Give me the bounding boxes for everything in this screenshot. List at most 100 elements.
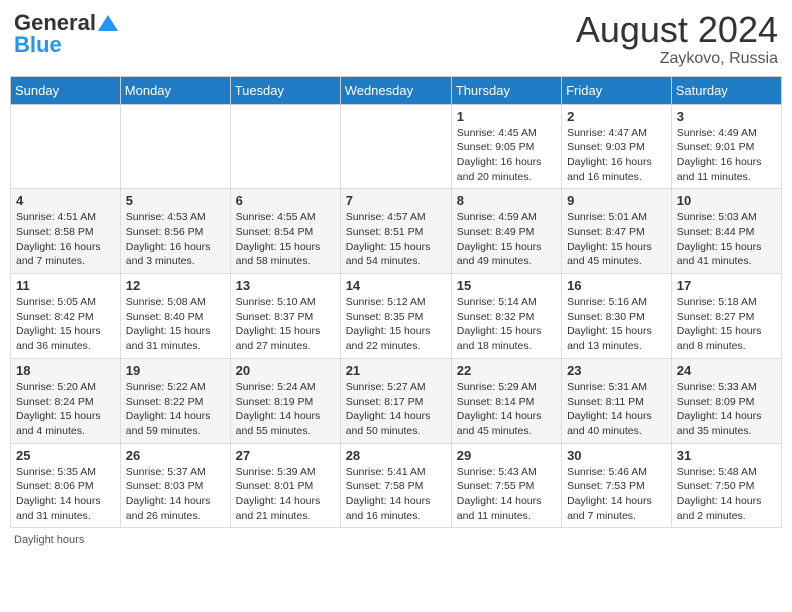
calendar-cell: 23 Sunrise: 5:31 AM Sunset: 8:11 PM Dayli… [562, 358, 672, 443]
day-number: 12 [126, 278, 225, 293]
day-number: 15 [457, 278, 556, 293]
daylight-label: Daylight hours [14, 534, 84, 546]
day-number: 13 [236, 278, 335, 293]
day-info: Sunrise: 4:53 AM Sunset: 8:56 PM Dayligh… [126, 210, 225, 269]
day-info: Sunrise: 4:49 AM Sunset: 9:01 PM Dayligh… [677, 126, 776, 185]
calendar-day-header: Monday [120, 76, 230, 104]
day-info: Sunrise: 5:48 AM Sunset: 7:50 PM Dayligh… [677, 465, 776, 524]
calendar-cell: 3 Sunrise: 4:49 AM Sunset: 9:01 PM Daylig… [671, 104, 781, 189]
day-number: 27 [236, 448, 335, 463]
calendar-cell: 31 Sunrise: 5:48 AM Sunset: 7:50 PM Dayli… [671, 443, 781, 528]
day-info: Sunrise: 4:59 AM Sunset: 8:49 PM Dayligh… [457, 210, 556, 269]
calendar-day-header: Saturday [671, 76, 781, 104]
calendar-cell: 20Sunrise: 5:24 AM Sunset: 8:19 PM Dayli… [230, 358, 340, 443]
calendar-cell: 2 Sunrise: 4:47 AM Sunset: 9:03 PM Daylig… [562, 104, 672, 189]
day-info: Sunrise: 5:01 AM Sunset: 8:47 PM Dayligh… [567, 210, 666, 269]
day-info: Sunrise: 4:51 AM Sunset: 8:58 PM Dayligh… [16, 210, 115, 269]
day-number: 8 [457, 193, 556, 208]
day-info: Sunrise: 5:05 AM Sunset: 8:42 PM Dayligh… [16, 295, 115, 354]
calendar-cell: 22 Sunrise: 5:29 AM Sunset: 8:14 PM Dayli… [451, 358, 561, 443]
calendar-cell: 19Sunrise: 5:22 AM Sunset: 8:22 PM Dayli… [120, 358, 230, 443]
calendar-day-header: Thursday [451, 76, 561, 104]
day-number: 31 [677, 448, 776, 463]
calendar-cell: 26Sunrise: 5:37 AM Sunset: 8:03 PM Dayli… [120, 443, 230, 528]
logo-icon [98, 15, 118, 31]
day-number: 4 [16, 193, 115, 208]
calendar-cell: 1 Sunrise: 4:45 AM Sunset: 9:05 PM Daylig… [451, 104, 561, 189]
day-info: Sunrise: 5:37 AM Sunset: 8:03 PM Dayligh… [126, 465, 225, 524]
day-number: 10 [677, 193, 776, 208]
day-info: Sunrise: 5:41 AM Sunset: 7:58 PM Dayligh… [346, 465, 446, 524]
day-info: Sunrise: 5:33 AM Sunset: 8:09 PM Dayligh… [677, 380, 776, 439]
day-info: Sunrise: 5:31 AM Sunset: 8:11 PM Dayligh… [567, 380, 666, 439]
calendar-cell [120, 104, 230, 189]
calendar-week-row: 4 Sunrise: 4:51 AM Sunset: 8:58 PM Daylig… [11, 189, 782, 274]
day-number: 18 [16, 363, 115, 378]
day-number: 16 [567, 278, 666, 293]
day-number: 2 [567, 109, 666, 124]
calendar-day-header: Tuesday [230, 76, 340, 104]
day-info: Sunrise: 5:18 AM Sunset: 8:27 PM Dayligh… [677, 295, 776, 354]
logo-blue: Blue [14, 32, 62, 58]
day-info: Sunrise: 5:24 AM Sunset: 8:19 PM Dayligh… [236, 380, 335, 439]
calendar-cell: 17 Sunrise: 5:18 AM Sunset: 8:27 PM Dayli… [671, 274, 781, 359]
calendar-cell: 11 Sunrise: 5:05 AM Sunset: 8:42 PM Dayli… [11, 274, 121, 359]
calendar-cell: 6 Sunrise: 4:55 AM Sunset: 8:54 PM Daylig… [230, 189, 340, 274]
calendar-week-row: 1 Sunrise: 4:45 AM Sunset: 9:05 PM Daylig… [11, 104, 782, 189]
day-number: 24 [677, 363, 776, 378]
day-info: Sunrise: 4:45 AM Sunset: 9:05 PM Dayligh… [457, 126, 556, 185]
calendar-cell: 7 Sunrise: 4:57 AM Sunset: 8:51 PM Daylig… [340, 189, 451, 274]
day-info: Sunrise: 5:08 AM Sunset: 8:40 PM Dayligh… [126, 295, 225, 354]
calendar-day-header: Wednesday [340, 76, 451, 104]
day-info: Sunrise: 5:10 AM Sunset: 8:37 PM Dayligh… [236, 295, 335, 354]
calendar-week-row: 11 Sunrise: 5:05 AM Sunset: 8:42 PM Dayli… [11, 274, 782, 359]
calendar-day-header: Friday [562, 76, 672, 104]
day-info: Sunrise: 5:03 AM Sunset: 8:44 PM Dayligh… [677, 210, 776, 269]
calendar-cell: 28 Sunrise: 5:41 AM Sunset: 7:58 PM Dayli… [340, 443, 451, 528]
day-number: 21 [346, 363, 446, 378]
calendar-cell: 16 Sunrise: 5:16 AM Sunset: 8:30 PM Dayli… [562, 274, 672, 359]
calendar-cell: 12 Sunrise: 5:08 AM Sunset: 8:40 PM Dayli… [120, 274, 230, 359]
day-info: Sunrise: 4:47 AM Sunset: 9:03 PM Dayligh… [567, 126, 666, 185]
calendar-cell: 21 Sunrise: 5:27 AM Sunset: 8:17 PM Dayli… [340, 358, 451, 443]
calendar-day-header: Sunday [11, 76, 121, 104]
calendar-header-row: SundayMondayTuesdayWednesdayThursdayFrid… [11, 76, 782, 104]
logo: General Blue [14, 10, 118, 58]
calendar-week-row: 18 Sunrise: 5:20 AM Sunset: 8:24 PM Dayli… [11, 358, 782, 443]
day-number: 23 [567, 363, 666, 378]
calendar-cell: 5 Sunrise: 4:53 AM Sunset: 8:56 PM Daylig… [120, 189, 230, 274]
day-info: Sunrise: 4:55 AM Sunset: 8:54 PM Dayligh… [236, 210, 335, 269]
day-info: Sunrise: 5:29 AM Sunset: 8:14 PM Dayligh… [457, 380, 556, 439]
calendar-cell: 18 Sunrise: 5:20 AM Sunset: 8:24 PM Dayli… [11, 358, 121, 443]
day-info: Sunrise: 5:35 AM Sunset: 8:06 PM Dayligh… [16, 465, 115, 524]
month-year: August 2024 [576, 10, 778, 50]
calendar-cell: 15 Sunrise: 5:14 AM Sunset: 8:32 PM Dayli… [451, 274, 561, 359]
day-number: 7 [346, 193, 446, 208]
day-info: Sunrise: 5:39 AM Sunset: 8:01 PM Dayligh… [236, 465, 335, 524]
day-info: Sunrise: 5:20 AM Sunset: 8:24 PM Dayligh… [16, 380, 115, 439]
calendar-week-row: 25Sunrise: 5:35 AM Sunset: 8:06 PM Dayli… [11, 443, 782, 528]
day-number: 29 [457, 448, 556, 463]
calendar-cell: 10 Sunrise: 5:03 AM Sunset: 8:44 PM Dayli… [671, 189, 781, 274]
day-info: Sunrise: 5:43 AM Sunset: 7:55 PM Dayligh… [457, 465, 556, 524]
day-number: 6 [236, 193, 335, 208]
day-info: Sunrise: 5:46 AM Sunset: 7:53 PM Dayligh… [567, 465, 666, 524]
title-block: August 2024 Zaykovo, Russia [576, 10, 778, 68]
day-number: 22 [457, 363, 556, 378]
day-number: 14 [346, 278, 446, 293]
footer: Daylight hours [10, 534, 782, 546]
day-number: 17 [677, 278, 776, 293]
day-info: Sunrise: 5:16 AM Sunset: 8:30 PM Dayligh… [567, 295, 666, 354]
day-info: Sunrise: 5:12 AM Sunset: 8:35 PM Dayligh… [346, 295, 446, 354]
day-number: 3 [677, 109, 776, 124]
day-number: 11 [16, 278, 115, 293]
day-info: Sunrise: 5:27 AM Sunset: 8:17 PM Dayligh… [346, 380, 446, 439]
day-number: 28 [346, 448, 446, 463]
day-number: 1 [457, 109, 556, 124]
calendar-cell: 13 Sunrise: 5:10 AM Sunset: 8:37 PM Dayli… [230, 274, 340, 359]
calendar-table: SundayMondayTuesdayWednesdayThursdayFrid… [10, 76, 782, 529]
day-info: Sunrise: 5:14 AM Sunset: 8:32 PM Dayligh… [457, 295, 556, 354]
day-info: Sunrise: 4:57 AM Sunset: 8:51 PM Dayligh… [346, 210, 446, 269]
calendar-cell [11, 104, 121, 189]
day-number: 5 [126, 193, 225, 208]
